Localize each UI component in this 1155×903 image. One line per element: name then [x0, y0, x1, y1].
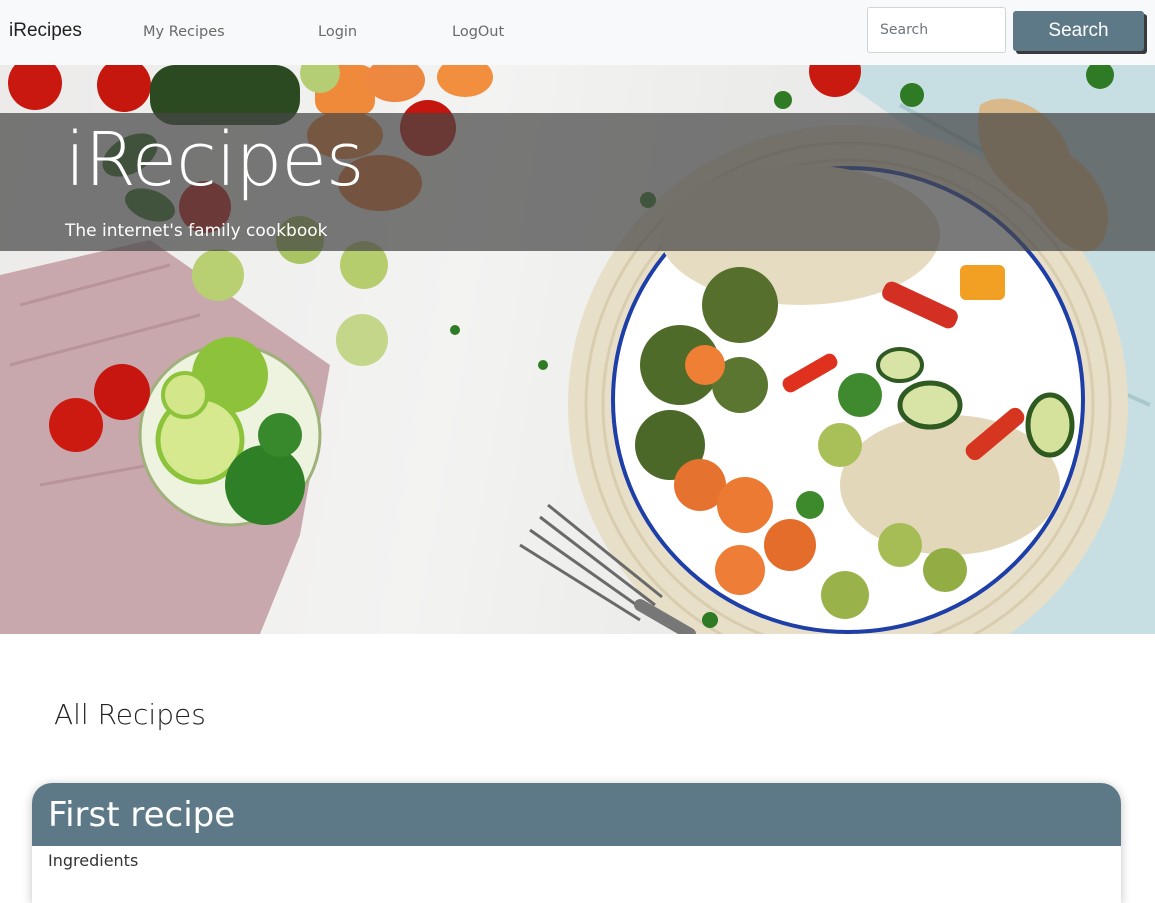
recipe-card[interactable]: First recipe Ingredients [32, 783, 1121, 903]
hero-title: iRecipes [65, 117, 364, 203]
nav-link-login[interactable]: Login [318, 24, 357, 40]
search-input[interactable] [867, 7, 1006, 53]
section-title: All Recipes [54, 698, 206, 731]
nav-link-my-recipes[interactable]: My Recipes [143, 24, 225, 40]
recipe-title: First recipe [48, 795, 236, 835]
hero-banner: iRecipes The internet's family cookbook [0, 65, 1155, 634]
recipe-card-header: First recipe [32, 783, 1121, 846]
recipe-ingredients-label: Ingredients [48, 851, 139, 870]
navbar: iRecipes My Recipes Login LogOut Search [0, 0, 1155, 65]
nav-link-logout[interactable]: LogOut [452, 24, 504, 40]
hero-subtitle: The internet's family cookbook [65, 221, 328, 241]
search-button[interactable]: Search [1013, 11, 1144, 51]
brand-link[interactable]: iRecipes [9, 20, 82, 42]
